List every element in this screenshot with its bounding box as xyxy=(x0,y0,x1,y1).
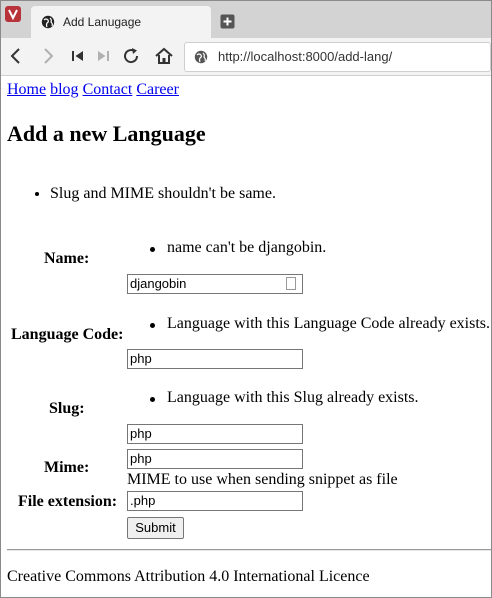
browser-window: Add Lanugage http://localhost:8000/add-l… xyxy=(0,0,492,598)
submit-button[interactable]: Submit xyxy=(127,517,184,539)
slug-error: Language with this Slug already exists. xyxy=(150,389,419,406)
navigation-bar: http://localhost:8000/add-lang/ xyxy=(1,38,491,76)
mime-label: Mime: xyxy=(44,459,90,476)
site-globe-icon xyxy=(194,50,208,64)
form-error-list: Slug and MIME shouldn't be same. xyxy=(30,185,276,203)
new-tab-icon[interactable] xyxy=(220,14,235,29)
mime-input[interactable]: php xyxy=(127,449,303,469)
globe-icon xyxy=(41,15,55,29)
language-code-input[interactable]: php xyxy=(127,349,303,369)
rewind-icon[interactable] xyxy=(67,45,89,67)
forward-icon[interactable] xyxy=(37,45,59,67)
language-code-label: Language Code: xyxy=(11,326,124,343)
slug-input-value: php xyxy=(130,426,152,441)
tab-title: Add Lanugage xyxy=(63,15,142,29)
mime-help-text: MIME to use when sending snippet as file xyxy=(127,471,398,488)
name-error: name can't be djangobin. xyxy=(149,239,327,256)
nav-link-blog[interactable]: blog xyxy=(50,81,78,98)
name-label: Name: xyxy=(44,250,90,267)
page-title: Add a new Language xyxy=(7,121,206,146)
reload-icon[interactable] xyxy=(120,45,142,67)
name-input-value: djangobin xyxy=(130,276,187,291)
home-icon[interactable] xyxy=(153,45,175,67)
file-extension-input[interactable]: .php xyxy=(127,491,303,511)
slug-label: Slug: xyxy=(49,400,85,417)
form-error: Slug and MIME shouldn't be same. xyxy=(50,185,276,203)
back-icon[interactable] xyxy=(5,45,27,67)
nav-link-home[interactable]: Home xyxy=(7,81,46,98)
file-extension-input-value: .php xyxy=(130,493,156,508)
language-code-input-value: php xyxy=(130,351,152,366)
url-text[interactable]: http://localhost:8000/add-lang/ xyxy=(218,49,392,64)
name-input[interactable]: djangobin xyxy=(127,274,303,294)
footer-divider xyxy=(7,549,491,551)
language-code-error: Language with this Language Code already… xyxy=(149,315,491,332)
tab-bar: Add Lanugage xyxy=(1,1,491,38)
nav-link-career[interactable]: Career xyxy=(136,81,179,98)
fast-forward-icon[interactable] xyxy=(92,45,114,67)
footer-text: Creative Commons Attribution 4.0 Interna… xyxy=(7,568,370,585)
site-nav: Home blog Contact Career xyxy=(7,81,179,99)
vivaldi-icon[interactable] xyxy=(5,6,21,22)
file-extension-label: File extension: xyxy=(18,493,118,510)
address-bar[interactable]: http://localhost:8000/add-lang/ xyxy=(184,42,491,72)
page-content: Home blog Contact Career Add a new Langu… xyxy=(1,75,491,597)
mime-input-value: php xyxy=(130,451,152,466)
slug-input[interactable]: php xyxy=(127,424,303,444)
password-manager-icon[interactable] xyxy=(286,277,296,290)
nav-link-contact[interactable]: Contact xyxy=(83,81,133,98)
tab-active[interactable]: Add Lanugage xyxy=(31,6,211,38)
